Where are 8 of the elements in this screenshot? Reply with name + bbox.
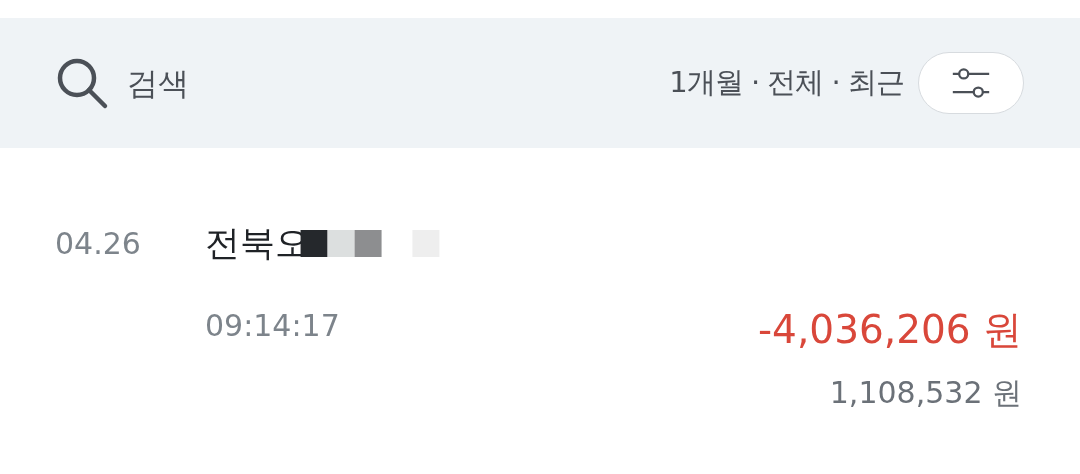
- transaction-amount: -4,036,206 원: [758, 306, 1022, 354]
- filter-summary[interactable]: 1개월 · 전체 · 최근: [669, 63, 904, 103]
- transaction-time: 09:14:17: [205, 307, 340, 343]
- sliders-icon: [951, 66, 991, 100]
- balance-amount: 1,108,532 원: [829, 374, 1022, 412]
- transaction-date: 04.26: [55, 226, 142, 261]
- search-field[interactable]: 검색: [127, 65, 670, 101]
- search-icon[interactable]: [55, 56, 109, 110]
